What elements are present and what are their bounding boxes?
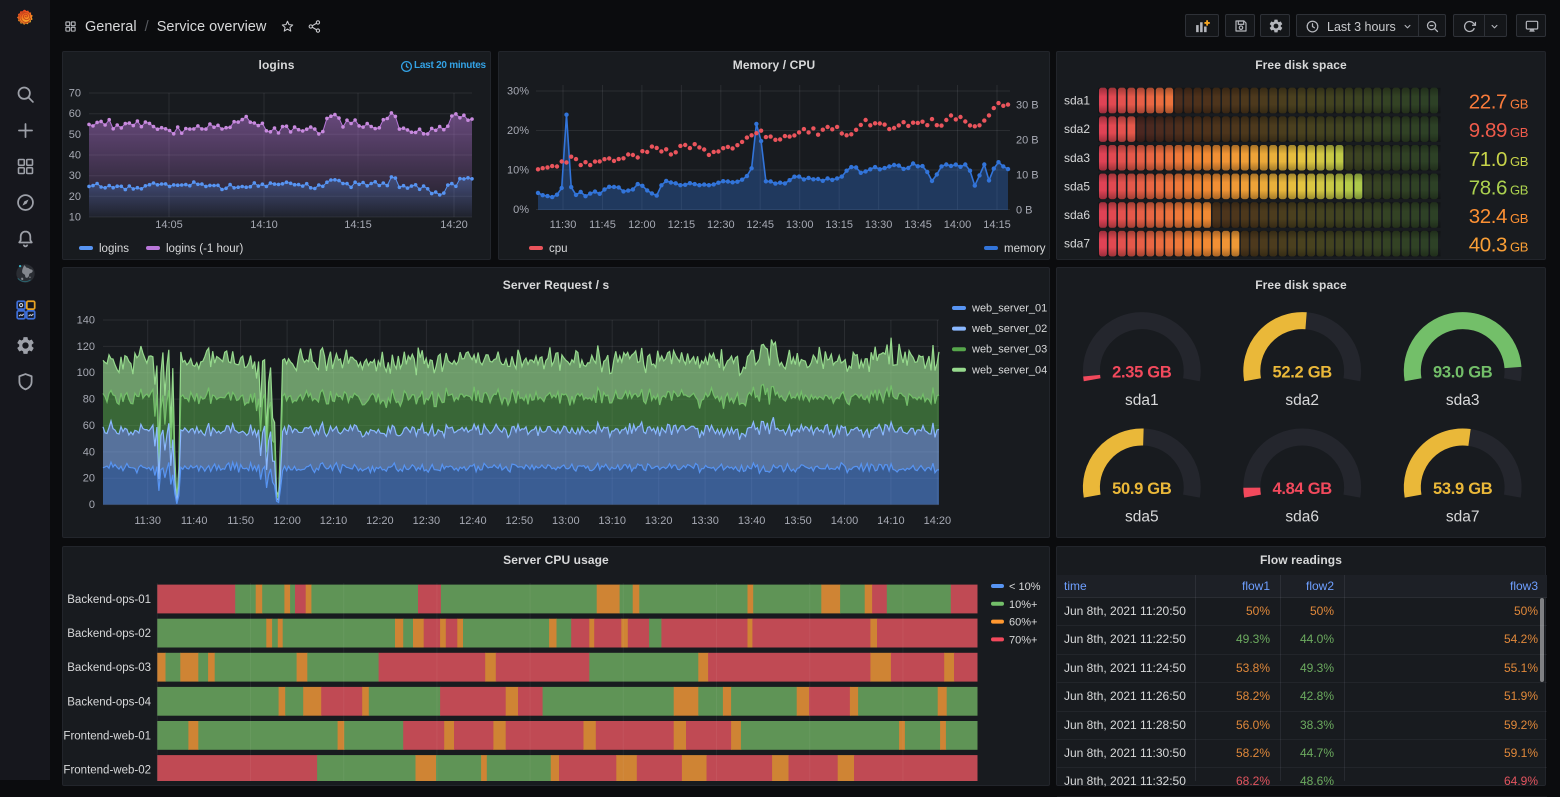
svg-text:40.3GB: 40.3GB	[1469, 234, 1528, 257]
svg-text:13:40: 13:40	[738, 515, 766, 527]
svg-text:12:30: 12:30	[413, 515, 441, 527]
svg-text:14:10: 14:10	[250, 219, 278, 231]
svg-text:web_server_04: web_server_04	[971, 364, 1047, 376]
svg-text:web_server_02: web_server_02	[971, 323, 1047, 335]
svg-text:0: 0	[89, 499, 95, 511]
svg-text:12:20: 12:20	[366, 515, 394, 527]
svg-text:13:00: 13:00	[786, 219, 814, 231]
svg-text:50: 50	[69, 129, 81, 141]
svg-text:78.6GB: 78.6GB	[1469, 176, 1528, 199]
svg-text:32.4GB: 32.4GB	[1469, 205, 1528, 228]
svg-text:cpu: cpu	[549, 243, 568, 255]
svg-text:sda2: sda2	[1064, 122, 1090, 136]
svg-text:13:00: 13:00	[552, 515, 580, 527]
svg-text:80: 80	[83, 394, 95, 406]
svg-text:sda3: sda3	[1446, 392, 1480, 409]
svg-text:30%: 30%	[507, 86, 529, 98]
svg-text:web_server_03: web_server_03	[971, 344, 1047, 356]
svg-text:70%+: 70%+	[1009, 634, 1037, 646]
svg-text:53.9 GB: 53.9 GB	[1433, 480, 1493, 498]
svg-text:Backend-ops-02: Backend-ops-02	[67, 628, 151, 640]
svg-text:12:00: 12:00	[273, 515, 301, 527]
svg-text:12:10: 12:10	[320, 515, 348, 527]
svg-text:12:30: 12:30	[707, 219, 735, 231]
svg-text:13:30: 13:30	[691, 515, 719, 527]
svg-text:11:40: 11:40	[181, 515, 208, 527]
svg-text:120: 120	[77, 341, 95, 353]
svg-text:100: 100	[77, 367, 95, 379]
svg-text:14:15: 14:15	[983, 219, 1011, 231]
svg-text:sda7: sda7	[1446, 508, 1480, 525]
svg-text:60: 60	[69, 108, 81, 120]
svg-text:71.0GB: 71.0GB	[1469, 148, 1528, 171]
svg-text:10: 10	[69, 212, 81, 224]
svg-text:< 10%: < 10%	[1009, 581, 1041, 593]
svg-text:sda5: sda5	[1064, 179, 1090, 193]
svg-text:logins: logins	[99, 243, 129, 255]
svg-text:sda6: sda6	[1064, 208, 1090, 222]
svg-text:40: 40	[83, 446, 95, 458]
svg-text:40: 40	[69, 150, 81, 162]
svg-text:sda5: sda5	[1125, 508, 1159, 525]
svg-text:13:20: 13:20	[645, 515, 673, 527]
svg-text:14:05: 14:05	[155, 219, 183, 231]
svg-text:50.9 GB: 50.9 GB	[1112, 480, 1172, 498]
svg-text:sda2: sda2	[1285, 392, 1319, 409]
svg-text:12:00: 12:00	[628, 219, 656, 231]
svg-text:Backend-ops-01: Backend-ops-01	[67, 594, 151, 606]
svg-text:0 B: 0 B	[1016, 205, 1033, 217]
svg-text:14:10: 14:10	[877, 515, 905, 527]
svg-text:20%: 20%	[507, 125, 529, 137]
svg-text:Backend-ops-04: Backend-ops-04	[67, 696, 151, 708]
svg-text:14:20: 14:20	[440, 219, 468, 231]
svg-text:20: 20	[83, 473, 95, 485]
svg-text:52.2 GB: 52.2 GB	[1273, 364, 1333, 382]
svg-text:2.35 GB: 2.35 GB	[1112, 364, 1172, 382]
svg-text:14:20: 14:20	[924, 515, 952, 527]
svg-text:web_server_01: web_server_01	[971, 303, 1047, 315]
svg-text:10 B: 10 B	[1016, 170, 1039, 182]
svg-text:140: 140	[77, 315, 95, 327]
svg-text:20: 20	[69, 191, 81, 203]
svg-text:12:45: 12:45	[746, 219, 774, 231]
svg-text:12:40: 12:40	[459, 515, 487, 527]
svg-text:logins (-1 hour): logins (-1 hour)	[166, 243, 244, 255]
svg-text:22.7GB: 22.7GB	[1469, 91, 1528, 114]
svg-text:Backend-ops-03: Backend-ops-03	[67, 662, 151, 674]
svg-text:12:15: 12:15	[668, 219, 696, 231]
svg-text:sda1: sda1	[1125, 392, 1159, 409]
svg-text:sda3: sda3	[1064, 151, 1090, 165]
svg-text:memory: memory	[1004, 243, 1046, 255]
svg-text:13:45: 13:45	[904, 219, 932, 231]
svg-text:sda6: sda6	[1285, 508, 1319, 525]
svg-text:Frontend-web-01: Frontend-web-01	[63, 730, 151, 742]
svg-text:0%: 0%	[513, 204, 529, 216]
svg-text:60%+: 60%+	[1009, 617, 1037, 629]
svg-text:9.89GB: 9.89GB	[1469, 119, 1528, 142]
svg-text:13:10: 13:10	[598, 515, 626, 527]
svg-text:sda7: sda7	[1064, 237, 1090, 251]
svg-text:13:15: 13:15	[825, 219, 853, 231]
svg-text:4.84 GB: 4.84 GB	[1273, 480, 1333, 498]
svg-text:sda1: sda1	[1064, 94, 1090, 108]
svg-text:11:30: 11:30	[134, 515, 161, 527]
svg-text:11:45: 11:45	[589, 219, 616, 231]
svg-text:11:50: 11:50	[227, 515, 254, 527]
svg-text:13:50: 13:50	[784, 515, 812, 527]
svg-text:11:30: 11:30	[550, 219, 577, 231]
svg-text:14:00: 14:00	[944, 219, 972, 231]
svg-text:10%: 10%	[507, 165, 529, 177]
svg-text:14:00: 14:00	[831, 515, 859, 527]
svg-text:30 B: 30 B	[1016, 100, 1039, 112]
svg-text:14:15: 14:15	[344, 219, 372, 231]
svg-text:10%+: 10%+	[1009, 599, 1037, 611]
svg-text:93.0 GB: 93.0 GB	[1433, 364, 1493, 382]
svg-text:70: 70	[69, 88, 81, 100]
svg-text:13:30: 13:30	[865, 219, 893, 231]
svg-text:12:50: 12:50	[506, 515, 534, 527]
svg-text:Frontend-web-02: Frontend-web-02	[63, 765, 151, 777]
svg-text:30: 30	[69, 170, 81, 182]
svg-text:60: 60	[83, 420, 95, 432]
svg-text:20 B: 20 B	[1016, 135, 1039, 147]
